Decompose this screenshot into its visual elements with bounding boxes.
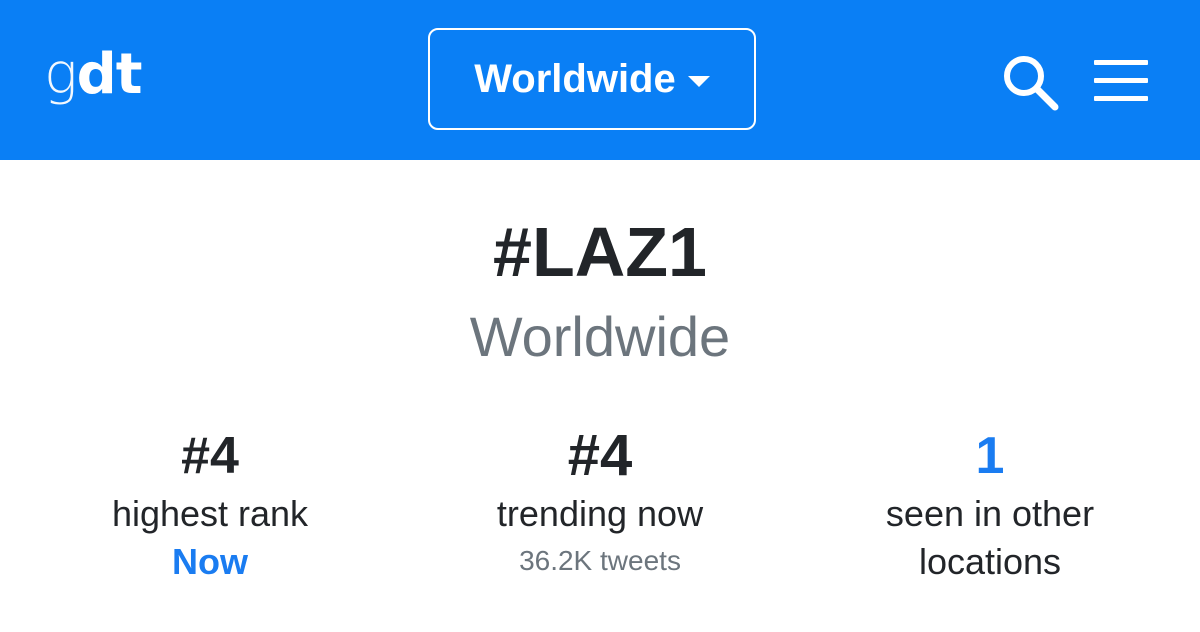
other-locations-count[interactable]: 1 <box>790 426 1190 486</box>
trend-location-subtitle: Worldwide <box>469 305 731 368</box>
tweet-count: 36.2K tweets <box>519 545 681 576</box>
gdt-logo[interactable]: gdt <box>44 40 143 110</box>
trending-now-label: trending now <box>496 493 704 534</box>
stat-trending-now: #4 trending now 36.2K tweets <box>400 426 800 584</box>
location-dropdown-label: Worldwide <box>474 56 676 101</box>
logo-letters-dt: dt <box>76 42 143 107</box>
search-icon <box>1004 56 1059 111</box>
highest-rank-value: #4 <box>181 427 239 485</box>
highest-rank-label: highest rank <box>111 493 309 534</box>
top-navbar: gdt Worldwide <box>0 0 1200 160</box>
stat-other-locations[interactable]: 1 seen in other locations <box>790 426 1190 586</box>
other-locations-label-line1: seen in other <box>885 493 1095 534</box>
other-locations-label-line2: locations <box>918 541 1062 582</box>
stat-highest-rank: #4 highest rank Now <box>10 426 410 586</box>
menu-button[interactable] <box>1094 60 1148 102</box>
trending-now-value: #4 <box>567 423 633 488</box>
caret-down-icon <box>687 75 710 87</box>
trend-hashtag-title: #LAZ1 <box>493 213 707 291</box>
location-dropdown[interactable]: Worldwide <box>428 28 756 130</box>
logo-letter-g: g <box>44 42 78 107</box>
highest-rank-time: Now <box>172 541 248 582</box>
search-button[interactable] <box>1000 52 1062 114</box>
